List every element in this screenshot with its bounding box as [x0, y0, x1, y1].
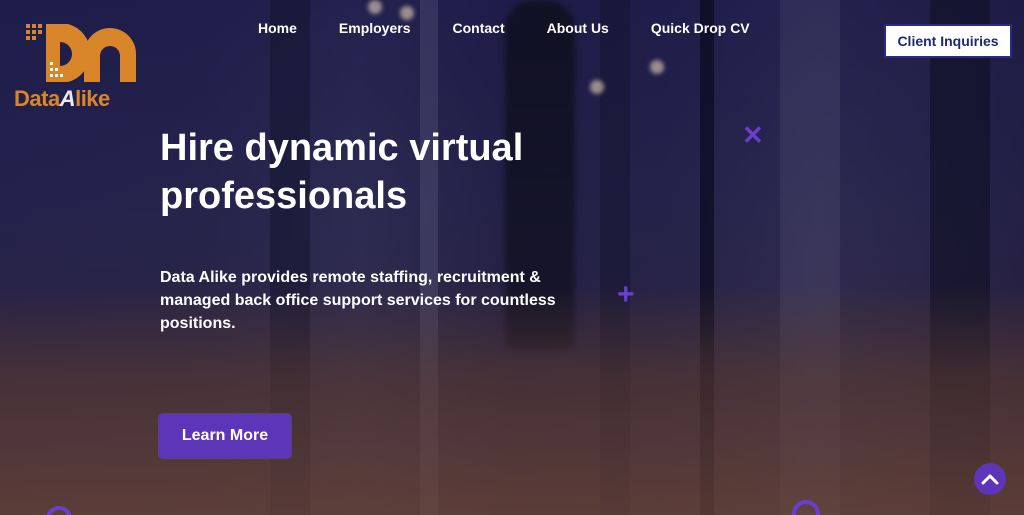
nav-item-quick-drop-cv[interactable]: Quick Drop CV [630, 18, 771, 38]
decorative-x-icon: ✕ [742, 120, 764, 150]
logo-word-data: Data [14, 86, 60, 111]
logo-word-like: like [75, 86, 110, 111]
nav-item-home[interactable]: Home [237, 18, 318, 38]
logo-word-a: A [59, 86, 76, 111]
hero-subtext: Data Alike provides remote staffing, rec… [160, 269, 556, 332]
nav-item-contact[interactable]: Contact [432, 18, 526, 38]
logo-wordmark: DataAlike [14, 86, 110, 112]
site-logo[interactable]: DataAlike [12, 22, 137, 112]
background-light [650, 60, 664, 74]
logo-mark-icon [26, 24, 136, 82]
scroll-to-top-button[interactable] [974, 463, 1006, 495]
nav-item-about-us[interactable]: About Us [526, 18, 630, 38]
hero-background [0, 0, 1024, 515]
chevron-up-icon [981, 474, 999, 485]
decorative-plus-icon: + [617, 278, 635, 311]
client-inquiries-button[interactable]: Client Inquiries [884, 24, 1012, 58]
nav-item-employers[interactable]: Employers [318, 18, 432, 38]
learn-more-button[interactable]: Learn More [159, 414, 291, 458]
hero-headline: Hire dynamic virtual professionals [160, 127, 524, 217]
background-light [590, 80, 604, 94]
main-navigation: Home Employers Contact About Us Quick Dr… [237, 18, 771, 38]
background-light [368, 0, 382, 14]
